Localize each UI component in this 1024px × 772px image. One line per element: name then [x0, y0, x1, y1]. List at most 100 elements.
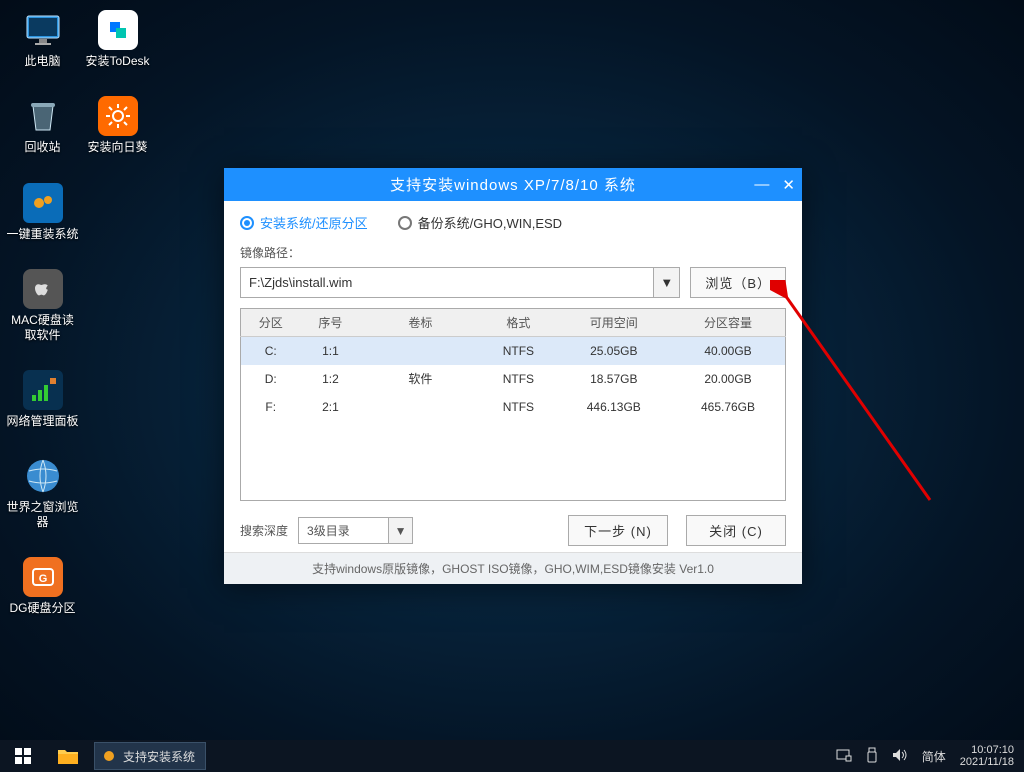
table-row[interactable]: C:1:1 NTFS25.05GB40.00GB	[241, 337, 786, 365]
cell-part: F:	[241, 393, 301, 421]
globe-icon	[23, 456, 63, 496]
cell-idx: 1:2	[300, 365, 360, 393]
dropdown-arrow-icon[interactable]: ▼	[388, 518, 412, 543]
dropdown-arrow-icon[interactable]: ▼	[653, 268, 679, 297]
cell-part: C:	[241, 337, 301, 365]
cell-vol	[360, 337, 480, 365]
tray-date: 2021/11/18	[960, 756, 1014, 768]
desktop-icon-label: MAC硬盘读 取软件	[11, 313, 74, 342]
desktop-icon-onekey-reinstall[interactable]: 一键重装系统	[10, 183, 75, 241]
window-content: 安装系统/还原分区 备份系统/GHO,WIN,ESD 镜像路径： F:\Zjds…	[224, 201, 802, 552]
desktop-icon-label: 此电脑	[24, 54, 60, 68]
start-button[interactable]	[0, 740, 46, 772]
window-footer: 支持windows原版镜像，GHOST ISO镜像，GHO,WIM,ESD镜像安…	[224, 552, 802, 584]
tray-volume-icon[interactable]	[892, 748, 908, 765]
apple-icon	[23, 269, 63, 309]
installer-window: 支持安装windows XP/7/8/10 系统 — ✕ 安装系统/还原分区 备…	[224, 168, 802, 584]
cell-fmt: NTFS	[480, 393, 556, 421]
folder-icon	[57, 747, 79, 765]
task-label: 支持安装系统	[123, 748, 195, 765]
image-path-value: F:\Zjds\install.wim	[249, 275, 352, 290]
desktop-icon-this-pc[interactable]: 此电脑	[10, 10, 75, 68]
taskbar: 支持安装系统 简体 10:07:10 2021/11/18	[0, 740, 1024, 772]
search-depth-combo[interactable]: 3级目录 ▼	[298, 517, 413, 544]
desktop-icon-diskgenius[interactable]: G DG硬盘分区	[10, 557, 75, 615]
desktop-icons-col2: 安装ToDesk 安装向日葵	[85, 10, 150, 155]
sunflower-icon	[98, 96, 138, 136]
desktop-icon-label: 安装向日葵	[87, 140, 147, 154]
next-button[interactable]: 下一步 (N)	[568, 515, 668, 546]
cell-vol	[360, 393, 480, 421]
radio-install-restore[interactable]: 安装系统/还原分区	[240, 213, 368, 232]
desktop-icon-label: 一键重装系统	[7, 227, 79, 241]
cell-part: D:	[241, 365, 301, 393]
table-header-row: 分区 序号 卷标 格式 可用空间 分区容量	[241, 309, 786, 337]
cell-free: 25.05GB	[557, 337, 671, 365]
cell-cap: 465.76GB	[671, 393, 786, 421]
cell-fmt: NTFS	[480, 337, 556, 365]
trash-icon	[23, 96, 63, 136]
radio-backup[interactable]: 备份系统/GHO,WIN,ESD	[398, 213, 562, 232]
desktop-icon-label: DG硬盘分区	[10, 601, 76, 615]
desktop-icon-label: 网络管理面板	[7, 414, 79, 428]
cell-fmt: NTFS	[480, 365, 556, 393]
network-icon	[23, 370, 63, 410]
close-dialog-button[interactable]: 关闭 (C)	[686, 515, 786, 546]
radio-icon	[398, 216, 412, 230]
radio-label: 备份系统/GHO,WIN,ESD	[418, 213, 562, 232]
gear-icon	[101, 748, 117, 764]
dg-icon: G	[23, 557, 63, 597]
cell-idx: 1:1	[300, 337, 360, 365]
tray-time: 10:07:10	[960, 744, 1014, 756]
svg-text:G: G	[38, 573, 47, 585]
tray-ime[interactable]: 简体	[922, 748, 946, 765]
browse-button[interactable]: 浏览（B）	[690, 267, 786, 298]
cell-cap: 40.00GB	[671, 337, 786, 365]
close-button[interactable]: ✕	[782, 176, 796, 194]
cell-cap: 20.00GB	[671, 365, 786, 393]
desktop-icon-label: 回收站	[24, 140, 60, 154]
desktop-icon-label: 世界之窗浏览 器	[7, 500, 79, 529]
col-partition: 分区	[241, 309, 301, 337]
desktop-icon-todesk[interactable]: 安装ToDesk	[85, 10, 150, 68]
tray-network-icon[interactable]	[836, 748, 852, 765]
col-volume: 卷标	[360, 309, 480, 337]
radio-icon	[240, 216, 254, 230]
gears-icon	[23, 183, 63, 223]
tray-usb-icon[interactable]	[866, 747, 878, 766]
bottom-row: 搜索深度 3级目录 ▼ 下一步 (N) 关闭 (C)	[240, 515, 786, 546]
desktop-icon-mac-disk[interactable]: MAC硬盘读 取软件	[10, 269, 75, 342]
col-free: 可用空间	[557, 309, 671, 337]
cell-idx: 2:1	[300, 393, 360, 421]
desktop-icon-sunlogin[interactable]: 安装向日葵	[85, 96, 150, 154]
col-capacity: 分区容量	[671, 309, 786, 337]
desktop-icon-recycle-bin[interactable]: 回收站	[10, 96, 75, 154]
minimize-button[interactable]: —	[754, 176, 770, 193]
col-index: 序号	[300, 309, 360, 337]
search-depth-label: 搜索深度	[240, 522, 288, 539]
mode-radios: 安装系统/还原分区 备份系统/GHO,WIN,ESD	[240, 213, 786, 232]
desktop-icons-col1: 此电脑 回收站 一键重装系统 MAC硬盘读 取软件 网络管理面板 世界之窗浏览 …	[10, 10, 75, 616]
search-depth-value: 3级目录	[307, 522, 350, 539]
image-path-combo[interactable]: F:\Zjds\install.wim ▼	[240, 267, 680, 298]
tray-clock[interactable]: 10:07:10 2021/11/18	[960, 744, 1014, 768]
todesk-icon	[98, 10, 138, 50]
cell-vol: 软件	[360, 365, 480, 393]
taskbar-pin-explorer[interactable]	[46, 740, 90, 772]
table-row[interactable]: D:1:2软件NTFS18.57GB20.00GB	[241, 365, 786, 393]
col-format: 格式	[480, 309, 556, 337]
radio-label: 安装系统/还原分区	[260, 213, 368, 232]
window-controls: — ✕	[754, 168, 796, 201]
titlebar[interactable]: 支持安装windows XP/7/8/10 系统 — ✕	[224, 168, 802, 201]
cell-free: 446.13GB	[557, 393, 671, 421]
window-title: 支持安装windows XP/7/8/10 系统	[390, 174, 636, 195]
monitor-icon	[23, 10, 63, 50]
desktop-icon-network-panel[interactable]: 网络管理面板	[10, 370, 75, 428]
desktop-icon-theworld-browser[interactable]: 世界之窗浏览 器	[10, 456, 75, 529]
system-tray: 简体 10:07:10 2021/11/18	[836, 744, 1024, 768]
partition-table: 分区 序号 卷标 格式 可用空间 分区容量 C:1:1 NTFS25.05GB40…	[240, 308, 786, 501]
image-path-row: F:\Zjds\install.wim ▼ 浏览（B）	[240, 267, 786, 298]
taskbar-task-installer[interactable]: 支持安装系统	[94, 742, 206, 770]
table-row[interactable]: F:2:1 NTFS446.13GB465.76GB	[241, 393, 786, 421]
desktop-icon-label: 安装ToDesk	[85, 54, 149, 68]
